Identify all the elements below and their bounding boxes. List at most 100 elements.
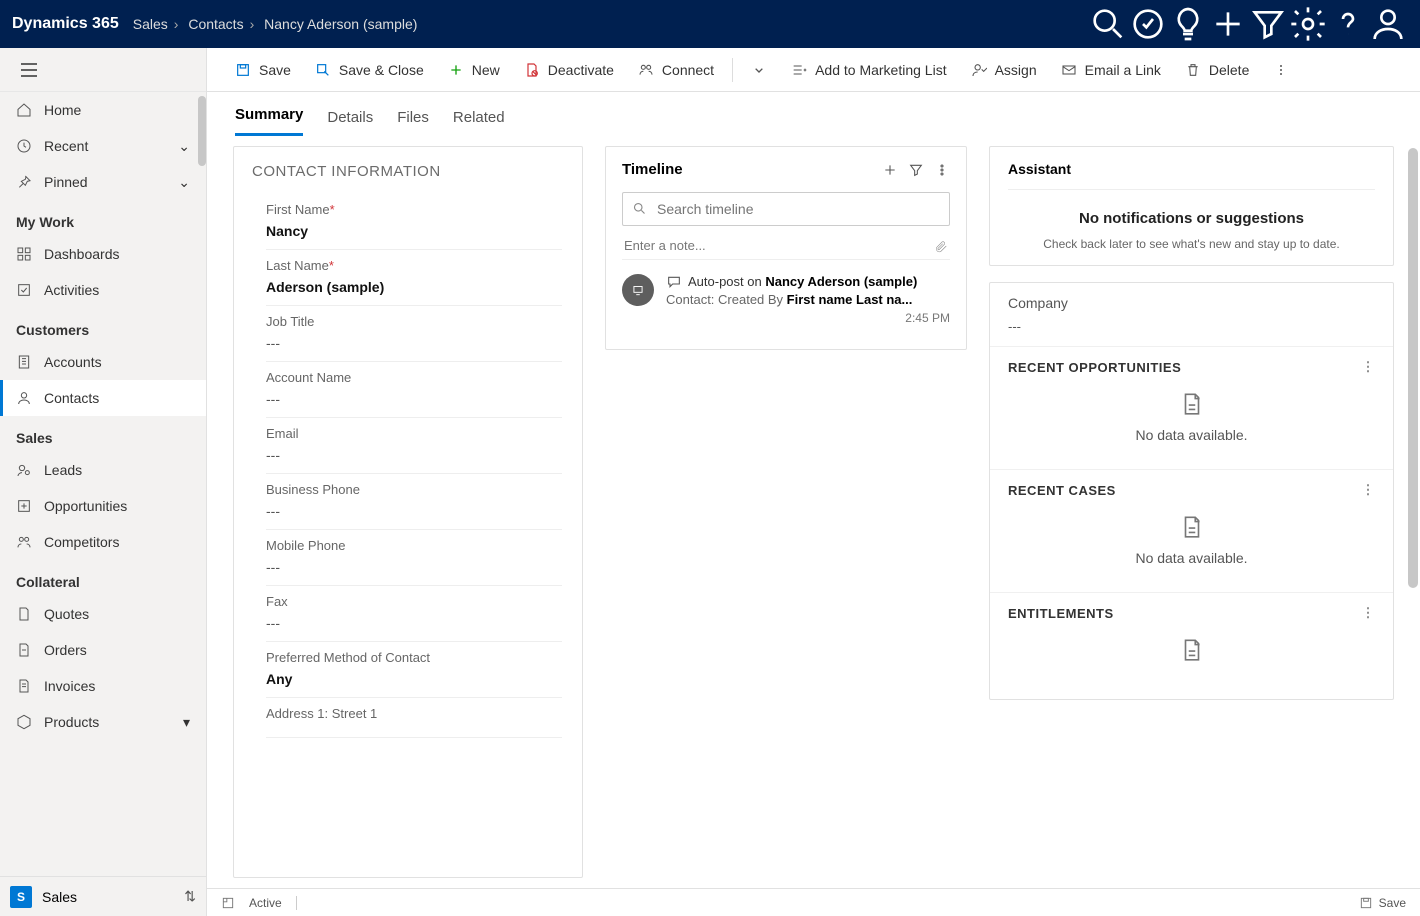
timeline-time: 2:45 PM <box>666 311 950 325</box>
connect-dropdown[interactable] <box>741 52 777 88</box>
search-icon <box>632 201 647 216</box>
sidebar-header-mywork: My Work <box>0 200 206 236</box>
tab-summary[interactable]: Summary <box>235 96 303 136</box>
assistant-headline: No notifications or suggestions <box>1008 210 1375 227</box>
marketing-button[interactable]: Add to Marketing List <box>781 52 957 88</box>
timeline-card: Timeline Enter a note... <box>605 146 967 350</box>
timeline-note-input[interactable]: Enter a note... <box>622 232 950 260</box>
chevron-down-icon: ⌄ <box>178 174 190 191</box>
status-save-button[interactable]: Save <box>1359 896 1406 910</box>
sidebar-item-quotes[interactable]: Quotes <box>0 596 206 632</box>
timeline-add-icon[interactable] <box>882 162 898 178</box>
sidebar-scrollbar[interactable] <box>198 96 206 166</box>
field-label: First Name* <box>266 202 562 217</box>
document-icon <box>1179 389 1205 419</box>
deactivate-button[interactable]: Deactivate <box>514 52 624 88</box>
assistant-card: Assistant No notifications or suggestion… <box>989 146 1394 266</box>
field-value[interactable]: --- <box>266 441 562 474</box>
field-label: Preferred Method of Contact <box>266 650 562 665</box>
sidebar-item-opportunities[interactable]: Opportunities <box>0 488 206 524</box>
new-button[interactable]: New <box>438 52 510 88</box>
company-label: Company <box>1008 295 1375 311</box>
contact-info-title: CONTACT INFORMATION <box>234 147 582 190</box>
tab-related[interactable]: Related <box>453 99 505 136</box>
save-button[interactable]: Save <box>225 52 301 88</box>
field-value[interactable] <box>266 721 562 738</box>
help-icon[interactable] <box>1328 0 1368 48</box>
form-tabs: Summary Details Files Related <box>207 92 1420 136</box>
tab-details[interactable]: Details <box>327 99 373 136</box>
connect-button[interactable]: Connect <box>628 52 724 88</box>
more-icon[interactable]: ⋮ <box>1362 359 1376 375</box>
plus-icon[interactable] <box>1208 0 1248 48</box>
autopost-icon <box>622 274 654 306</box>
more-icon[interactable]: ⋮ <box>1362 482 1376 498</box>
sidebar-item-recent[interactable]: Recent⌄ <box>0 128 206 164</box>
user-icon[interactable] <box>1368 0 1408 48</box>
field-label: Email <box>266 426 562 441</box>
save-close-button[interactable]: Save & Close <box>305 52 434 88</box>
field-value[interactable]: --- <box>266 329 562 362</box>
sidebar-item-home[interactable]: Home <box>0 92 206 128</box>
field-label: Fax <box>266 594 562 609</box>
lightbulb-icon[interactable] <box>1168 0 1208 48</box>
timeline-title: Timeline <box>622 161 683 178</box>
sidebar-item-invoices[interactable]: Invoices <box>0 668 206 704</box>
contact-info-card: CONTACT INFORMATION First Name*Nancy Last… <box>233 146 583 878</box>
sidebar-item-products[interactable]: Products▾ <box>0 704 206 740</box>
delete-button[interactable]: Delete <box>1175 52 1259 88</box>
updown-icon: ⇅ <box>184 888 196 905</box>
sidebar-item-competitors[interactable]: Competitors <box>0 524 206 560</box>
chevron-down-icon: ⌄ <box>178 138 190 155</box>
company-value[interactable]: --- <box>1008 319 1375 334</box>
timeline-more-icon[interactable] <box>934 162 950 178</box>
sidebar-item-accounts[interactable]: Accounts <box>0 344 206 380</box>
overflow-button[interactable] <box>1263 52 1299 88</box>
area-switcher[interactable]: S Sales ⇅ <box>0 876 206 916</box>
field-label: Last Name* <box>266 258 562 273</box>
sidebar-header-customers: Customers <box>0 308 206 344</box>
field-value[interactable]: --- <box>266 609 562 642</box>
field-label: Account Name <box>266 370 562 385</box>
status-active: Active <box>249 896 282 910</box>
timeline-search-input[interactable] <box>622 192 950 226</box>
sidebar-item-orders[interactable]: Orders <box>0 632 206 668</box>
field-value[interactable]: --- <box>266 497 562 530</box>
document-icon <box>1179 512 1205 542</box>
entitlements-header: ENTITLEMENTS <box>1008 606 1114 621</box>
task-icon[interactable] <box>1128 0 1168 48</box>
tab-files[interactable]: Files <box>397 99 429 136</box>
breadcrumb-0[interactable]: Sales <box>133 16 168 32</box>
field-value[interactable]: --- <box>266 385 562 418</box>
hamburger-button[interactable] <box>0 48 206 92</box>
document-icon <box>1179 635 1205 665</box>
timeline-filter-icon[interactable] <box>908 162 924 178</box>
sidebar-item-contacts[interactable]: Contacts <box>0 380 206 416</box>
sidebar-item-pinned[interactable]: Pinned⌄ <box>0 164 206 200</box>
field-value[interactable]: Aderson (sample) <box>266 273 562 306</box>
sidebar-header-sales: Sales <box>0 416 206 452</box>
main-scrollbar[interactable] <box>1408 148 1418 588</box>
popout-icon[interactable] <box>221 896 235 910</box>
attachment-icon[interactable] <box>934 239 948 253</box>
related-card: Company --- RECENT OPPORTUNITIES⋮ No dat… <box>989 282 1394 700</box>
recent-cases-header: RECENT CASES <box>1008 483 1116 498</box>
sidebar-item-dashboards[interactable]: Dashboards <box>0 236 206 272</box>
breadcrumb-2[interactable]: Nancy Aderson (sample) <box>264 16 417 32</box>
breadcrumb-1[interactable]: Contacts <box>188 16 243 32</box>
email-link-button[interactable]: Email a Link <box>1051 52 1171 88</box>
assign-button[interactable]: Assign <box>961 52 1047 88</box>
more-icon[interactable]: ⋮ <box>1362 605 1376 621</box>
search-icon[interactable] <box>1088 0 1128 48</box>
command-bar: Save Save & Close New Deactivate Connect… <box>207 48 1420 92</box>
field-value[interactable]: Any <box>266 665 562 698</box>
timeline-item[interactable]: Auto-post on Nancy Aderson (sample) Cont… <box>606 264 966 335</box>
filter-icon[interactable] <box>1248 0 1288 48</box>
sidebar-item-activities[interactable]: Activities <box>0 272 206 308</box>
gear-icon[interactable] <box>1288 0 1328 48</box>
sidebar-item-leads[interactable]: Leads <box>0 452 206 488</box>
sidebar: Home Recent⌄ Pinned⌄ My Work Dashboards … <box>0 48 207 916</box>
field-value[interactable]: Nancy <box>266 217 562 250</box>
sidebar-header-collateral: Collateral <box>0 560 206 596</box>
field-value[interactable]: --- <box>266 553 562 586</box>
